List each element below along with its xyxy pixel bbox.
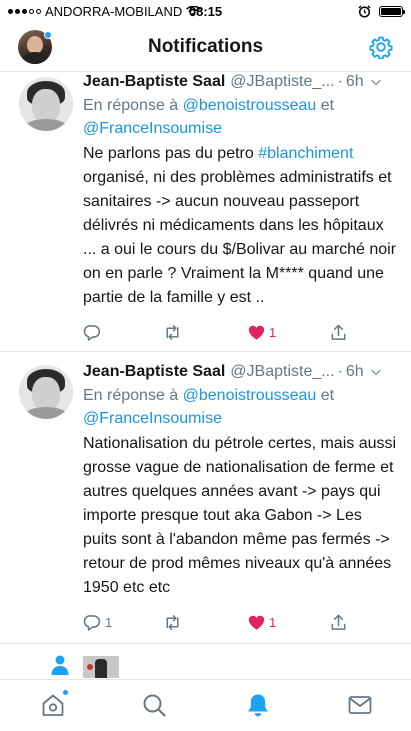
tab-search[interactable] bbox=[141, 692, 167, 718]
tweet-text-part: Ne parlons pas du petro bbox=[83, 145, 259, 162]
retweet-button[interactable] bbox=[163, 613, 185, 632]
carrier-name: ANDORRA-MOBILAND bbox=[45, 3, 183, 19]
reply-button[interactable]: 1 bbox=[83, 613, 112, 632]
tweet-time: 6h bbox=[345, 73, 364, 90]
wifi-icon bbox=[186, 5, 202, 16]
hashtag-link[interactable]: #blanchiment bbox=[258, 145, 353, 162]
chevron-down-icon[interactable] bbox=[370, 76, 382, 88]
mention-link[interactable]: @benoistrousseau bbox=[183, 387, 317, 404]
retweet-button[interactable] bbox=[163, 323, 185, 342]
heart-filled-icon bbox=[248, 615, 265, 630]
tweet-content: Jean-Baptiste Saal @JBaptiste_... · 6h E… bbox=[83, 362, 398, 600]
reply-icon bbox=[83, 614, 101, 631]
like-count: 1 bbox=[269, 324, 277, 340]
unread-badge bbox=[62, 689, 69, 696]
like-button[interactable]: 1 bbox=[247, 323, 276, 342]
alarm-icon bbox=[358, 5, 371, 18]
share-icon bbox=[331, 324, 346, 340]
mention-link[interactable]: @FranceInsoumise bbox=[83, 120, 222, 137]
signal-strength-icon bbox=[8, 8, 41, 14]
share-button[interactable] bbox=[329, 323, 348, 342]
share-button[interactable] bbox=[329, 613, 348, 632]
follower-avatar[interactable] bbox=[83, 656, 119, 678]
tweet-actions: 1 1 bbox=[83, 612, 373, 632]
retweet-icon bbox=[166, 614, 179, 630]
notifications-icon bbox=[248, 694, 268, 717]
mention-link[interactable]: @benoistrousseau bbox=[183, 97, 317, 114]
status-bar: ANDORRA-MOBILAND 08:15 bbox=[0, 0, 411, 22]
search-icon bbox=[143, 694, 166, 717]
heart-filled-icon bbox=[248, 325, 265, 340]
reply-context: En réponse à @benoistrousseau et @France… bbox=[83, 384, 398, 430]
home-icon bbox=[42, 694, 64, 716]
tweet-text: Ne parlons pas du petro #blanchiment org… bbox=[83, 142, 398, 310]
person-icon bbox=[51, 655, 69, 675]
reply-button[interactable] bbox=[83, 323, 105, 342]
like-button[interactable]: 1 bbox=[247, 613, 276, 632]
mention-link[interactable]: @FranceInsoumise bbox=[83, 410, 222, 427]
messages-icon bbox=[348, 696, 372, 714]
author-avatar[interactable] bbox=[19, 77, 73, 131]
tweet-text-part: organisé, ni des problèmes administratif… bbox=[83, 169, 397, 306]
reply-count: 1 bbox=[105, 614, 113, 630]
reply-joiner: et bbox=[320, 97, 335, 114]
author-handle[interactable]: @JBaptiste_... bbox=[230, 72, 334, 92]
reply-prefix: En réponse à bbox=[83, 387, 179, 404]
tweet-text: Nationalisation du pétrole certes, mais … bbox=[83, 435, 397, 596]
author-handle[interactable]: @JBaptiste_... bbox=[230, 362, 334, 382]
tab-notifications[interactable] bbox=[245, 692, 271, 718]
page-title: Notifications bbox=[147, 35, 264, 57]
tweet-header: Jean-Baptiste Saal @JBaptiste_... · 6h bbox=[83, 72, 398, 92]
tweet-card[interactable]: Jean-Baptiste Saal @JBaptiste_... · 6h E… bbox=[0, 72, 411, 352]
status-left: ANDORRA-MOBILAND bbox=[8, 4, 358, 19]
reply-icon bbox=[83, 324, 101, 341]
gear-icon[interactable] bbox=[369, 35, 393, 59]
reply-joiner: et bbox=[320, 387, 335, 404]
separator: · bbox=[337, 73, 343, 90]
author-avatar[interactable] bbox=[19, 365, 73, 419]
tab-messages[interactable] bbox=[347, 692, 373, 718]
reply-context: En réponse à @benoistrousseau et @France… bbox=[83, 94, 398, 140]
battery-icon bbox=[379, 5, 405, 17]
retweet-icon bbox=[166, 324, 179, 340]
author-name[interactable]: Jean-Baptiste Saal bbox=[83, 72, 225, 92]
share-icon bbox=[331, 614, 346, 630]
separator: · bbox=[337, 363, 343, 380]
tab-home[interactable] bbox=[40, 689, 69, 718]
tweet-time: 6h bbox=[345, 363, 364, 380]
like-count: 1 bbox=[269, 614, 277, 630]
bottom-tab-bar bbox=[0, 679, 411, 731]
chevron-down-icon[interactable] bbox=[370, 366, 382, 378]
reply-prefix: En réponse à bbox=[83, 97, 179, 114]
top-header: Notifications bbox=[0, 22, 411, 72]
tweet-actions: 1 bbox=[83, 322, 373, 342]
unread-badge bbox=[44, 31, 52, 39]
status-right bbox=[358, 5, 405, 18]
tweet-header: Jean-Baptiste Saal @JBaptiste_... · 6h bbox=[83, 362, 398, 382]
tweet-card[interactable]: Jean-Baptiste Saal @JBaptiste_... · 6h E… bbox=[0, 352, 411, 644]
tweet-content: Jean-Baptiste Saal @JBaptiste_... · 6h E… bbox=[83, 72, 398, 310]
author-name[interactable]: Jean-Baptiste Saal bbox=[83, 362, 225, 382]
